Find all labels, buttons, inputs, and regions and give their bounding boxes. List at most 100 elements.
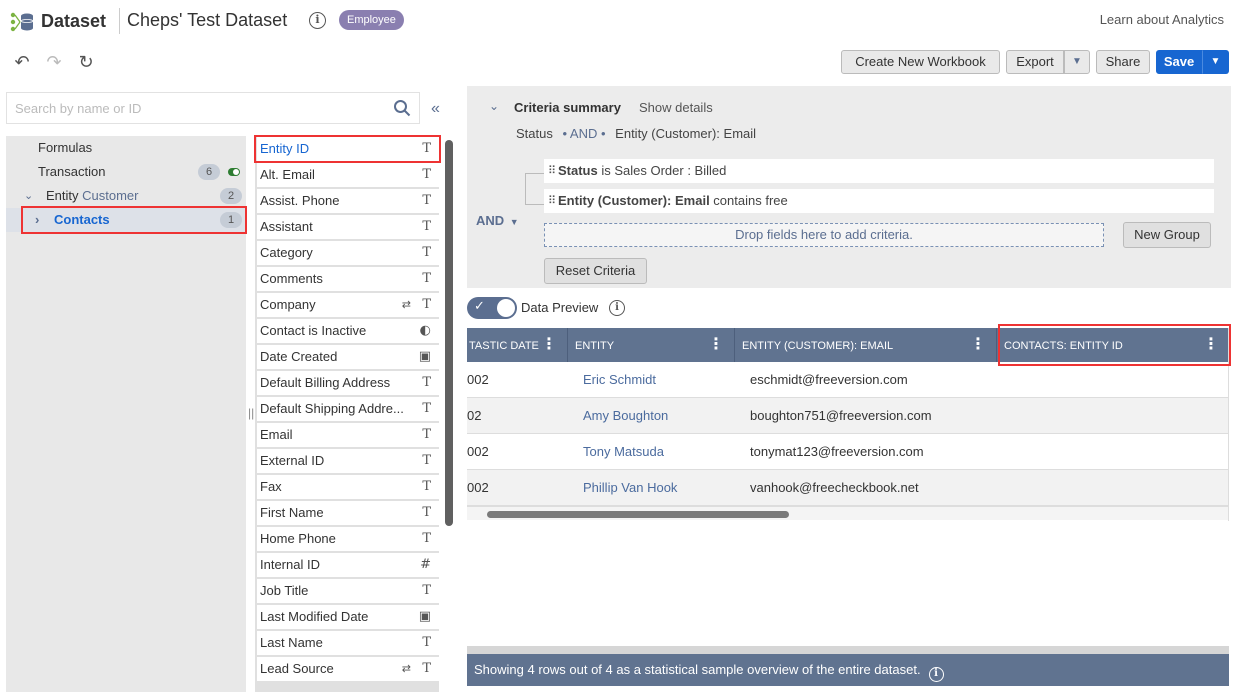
tree-item-label: Formulas <box>38 140 93 155</box>
field-list-scrollbar[interactable] <box>445 140 453 526</box>
table-row[interactable]: 002 Tony Matsuda tonymat123@freeversion.co… <box>467 434 1228 470</box>
toggle-icon[interactable] <box>228 168 240 176</box>
tree-item-entity[interactable]: ⌄ Entity Customer 2 <box>6 184 246 208</box>
reset-criteria-button[interactable]: Reset Criteria <box>544 258 647 284</box>
chevron-down-icon[interactable]: ⌄ <box>24 184 33 208</box>
highlight-entity-id <box>254 135 441 163</box>
date-type-icon: ▣ <box>418 609 431 624</box>
criteria-row-status[interactable]: ⠿ Status is Sales Order : Billed <box>544 159 1214 183</box>
column-header[interactable]: ENTITY (CUSTOMER): EMAIL ⋮ <box>735 328 997 362</box>
criteria-condition: is Sales Order : Billed <box>597 163 727 178</box>
column-menu-icon[interactable]: ⋮ <box>708 335 724 355</box>
new-group-button[interactable]: New Group <box>1123 222 1211 248</box>
refresh-icon[interactable]: ↻ <box>76 52 96 72</box>
cell-entity[interactable]: Eric Schmidt <box>568 362 735 398</box>
column-header-label: TASTIC DATE <box>469 340 539 352</box>
field-item[interactable]: Comments T <box>257 267 439 291</box>
field-item[interactable]: Last Name T <box>257 631 439 655</box>
field-item[interactable]: Fax T <box>257 475 439 499</box>
collapse-panel-icon[interactable]: « <box>431 100 440 118</box>
field-item[interactable]: Last Modified Date ▣ <box>257 605 439 629</box>
and-operator-dropdown[interactable]: AND ▼ <box>476 213 519 228</box>
search-icon[interactable] <box>393 99 411 117</box>
field-item[interactable]: First Name T <box>257 501 439 525</box>
tree-item-transaction[interactable]: Transaction 6 <box>6 160 246 184</box>
field-label: Comments <box>260 271 323 286</box>
number-type-icon: # <box>420 557 431 572</box>
column-menu-icon[interactable]: ⋮ <box>541 335 557 355</box>
learn-analytics-link[interactable]: Learn about Analytics <box>1100 12 1224 27</box>
criteria-condition: contains free <box>709 193 788 208</box>
field-item[interactable]: Category T <box>257 241 439 265</box>
data-preview-label: Data Preview <box>521 300 599 315</box>
count-badge: 6 <box>198 164 220 180</box>
column-header[interactable]: ENTITY ⋮ <box>568 328 735 362</box>
summary-field: Entity (Customer): Email <box>615 126 757 141</box>
cell-date: 002 <box>467 480 489 495</box>
drag-handle-icon[interactable]: ⠿ <box>548 189 556 213</box>
chevron-down-icon[interactable]: ⌄ <box>489 99 499 113</box>
field-item[interactable]: Default Shipping Addre... T <box>257 397 439 421</box>
related-record-icon: ⇄ <box>401 299 411 311</box>
text-type-icon: T <box>422 531 431 546</box>
cell-entity[interactable]: Tony Matsuda <box>568 434 735 470</box>
field-label: Fax <box>260 479 282 494</box>
save-dropdown-chevron-down-icon[interactable]: ▼ <box>1202 50 1229 74</box>
data-preview-toggle[interactable]: ✓ <box>467 297 517 319</box>
cell-date: 02 <box>467 408 482 423</box>
field-item[interactable]: External ID T <box>257 449 439 473</box>
dataset-name[interactable]: Cheps' Test Dataset <box>127 10 287 31</box>
info-icon[interactable]: i <box>609 300 625 316</box>
app-header: Dataset Cheps' Test Dataset i Employee L… <box>0 0 1238 42</box>
field-item[interactable]: Alt. Email T <box>257 163 439 187</box>
export-button[interactable]: Export <box>1006 50 1064 74</box>
column-menu-icon[interactable]: ⋮ <box>970 335 986 355</box>
share-button[interactable]: Share <box>1096 50 1150 74</box>
field-item[interactable]: Home Phone T <box>257 527 439 551</box>
redo-icon[interactable]: ↷ <box>44 52 64 72</box>
field-item[interactable]: Job Title T <box>257 579 439 603</box>
criteria-drop-zone[interactable]: Drop fields here to add criteria. <box>544 223 1104 247</box>
info-icon[interactable]: i <box>309 12 326 29</box>
field-item[interactable]: Date Created ▣ <box>257 345 439 369</box>
table-row[interactable]: 002 Phillip Van Hook vanhook@freecheckbook… <box>467 470 1228 506</box>
text-type-icon: T <box>422 219 431 234</box>
field-item[interactable]: Assist. Phone T <box>257 189 439 213</box>
field-label: First Name <box>260 505 324 520</box>
cell-entity[interactable]: Amy Boughton <box>568 398 735 434</box>
cell-date: 002 <box>467 372 489 387</box>
field-item[interactable]: Contact is Inactive ◐ <box>257 319 439 343</box>
table-row[interactable]: 002 Eric Schmidt eschmidt@freeversion.com <box>467 362 1228 398</box>
cell-entity[interactable]: Phillip Van Hook <box>568 470 735 506</box>
column-header[interactable]: TASTIC DATE ⋮ <box>467 328 568 362</box>
summary-and: • AND • <box>562 126 606 141</box>
field-item[interactable]: Company T ⇄ <box>257 293 439 317</box>
field-item[interactable]: Default Billing Address T <box>257 371 439 395</box>
text-type-icon: T <box>422 245 431 260</box>
panel-splitter-icon[interactable]: || <box>248 406 254 420</box>
horizontal-scrollbar[interactable] <box>467 506 1228 520</box>
table-row[interactable]: 02 Amy Boughton boughton751@freeversion.co… <box>467 398 1228 434</box>
info-icon[interactable]: i <box>928 667 944 682</box>
app-title: Dataset <box>41 11 107 31</box>
search-input[interactable]: Search by name or ID <box>6 92 420 124</box>
export-dropdown-chevron-down-icon[interactable]: ▼ <box>1064 50 1090 74</box>
show-details-link[interactable]: Show details <box>639 100 713 115</box>
create-workbook-button[interactable]: Create New Workbook <box>841 50 1000 74</box>
tree-item-formulas[interactable]: Formulas <box>6 136 246 160</box>
cell-email: eschmidt@freeversion.com <box>750 372 908 387</box>
dataset-logo-icon <box>10 12 34 32</box>
text-type-icon: T <box>422 271 431 286</box>
field-item[interactable]: Internal ID # <box>257 553 439 577</box>
scrollbar-thumb[interactable] <box>487 511 789 518</box>
save-button[interactable]: Save <box>1156 50 1202 74</box>
related-record-icon: ⇄ <box>401 663 411 675</box>
undo-icon[interactable]: ↶ <box>12 52 32 72</box>
criteria-row-email[interactable]: ⠿ Entity (Customer): Email contains free <box>544 189 1214 213</box>
field-item[interactable]: Assistant T <box>257 215 439 239</box>
field-item[interactable]: Lead Source T ⇄ <box>257 657 439 681</box>
column-header-label: ENTITY (CUSTOMER): EMAIL <box>742 340 894 352</box>
drag-handle-icon[interactable]: ⠿ <box>548 159 556 183</box>
field-item[interactable]: Email T <box>257 423 439 447</box>
left-panel: Search by name or ID « Formulas Transact… <box>3 86 455 694</box>
